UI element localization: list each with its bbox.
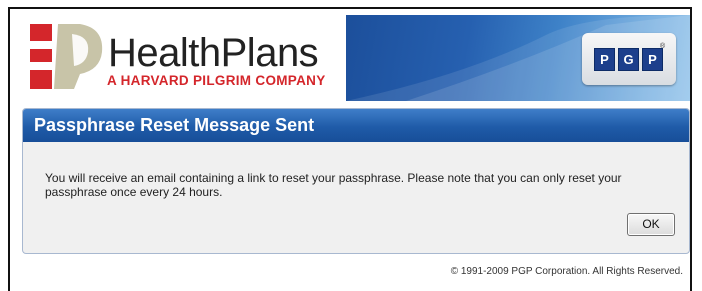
- registered-mark: ®: [660, 43, 666, 50]
- dialog-title: Passphrase Reset Message Sent: [23, 109, 689, 142]
- pgp-letter: P: [642, 48, 663, 71]
- healthplans-logo: HealthPlans A HARVARD PILGRIM COMPANY: [10, 9, 346, 101]
- page-frame: HealthPlans A HARVARD PILGRIM COMPANY P …: [8, 7, 692, 291]
- dialog-message: You will receive an email containing a l…: [45, 171, 622, 199]
- logo-tagline: A HARVARD PILGRIM COMPANY: [107, 73, 326, 88]
- copyright-text: © 1991-2009 PGP Corporation. All Rights …: [450, 266, 683, 277]
- header-banner: P G P ®: [346, 15, 690, 101]
- healthplans-logo-icon: [30, 24, 103, 89]
- message-dialog: Passphrase Reset Message Sent You will r…: [22, 108, 690, 254]
- pgp-letter: G: [618, 48, 639, 71]
- pgp-logo-icon: P G P ®: [582, 33, 676, 85]
- ok-button[interactable]: OK: [627, 213, 675, 236]
- pgp-letter: P: [594, 48, 615, 71]
- header: HealthPlans A HARVARD PILGRIM COMPANY P …: [10, 9, 690, 101]
- logo-name: HealthPlans: [108, 31, 319, 75]
